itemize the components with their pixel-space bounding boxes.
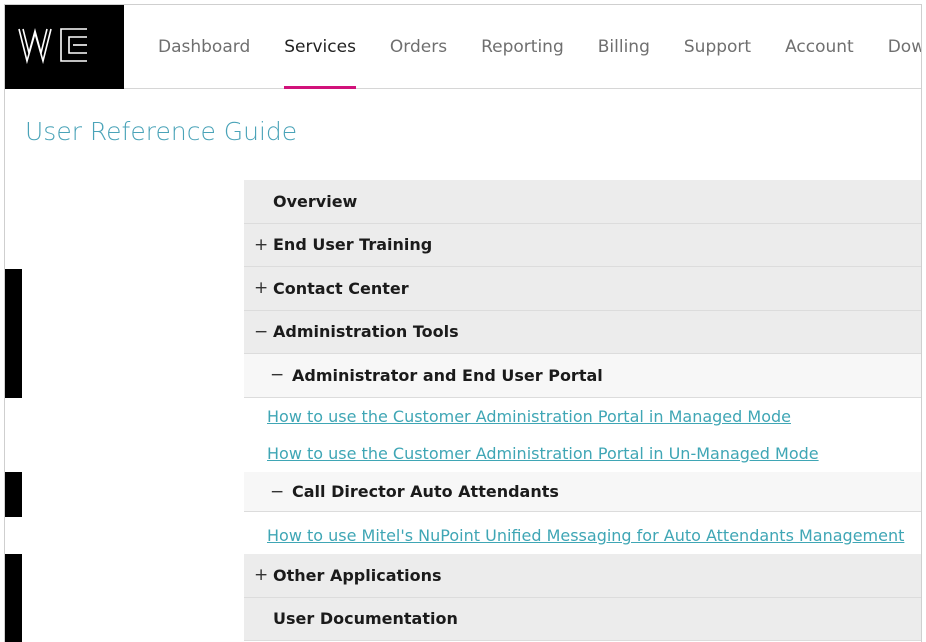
- nav-support[interactable]: Support: [684, 5, 751, 89]
- nav-billing[interactable]: Billing: [598, 5, 650, 89]
- accordion-other-applications[interactable]: + Other Applications: [244, 554, 921, 598]
- accordion-label: Administrator and End User Portal: [292, 365, 603, 385]
- minus-icon: −: [270, 481, 285, 502]
- accordion-label: Administration Tools: [273, 322, 459, 342]
- accordion-label: End User Training: [273, 235, 433, 255]
- nav-services[interactable]: Services: [284, 5, 356, 89]
- accordion-administration-tools[interactable]: − Administration Tools: [244, 310, 921, 354]
- accordion-user-documentation[interactable]: User Documentation: [244, 597, 921, 641]
- we-logo-icon: [18, 27, 87, 65]
- nav-account[interactable]: Account: [785, 5, 854, 89]
- accordion-contact-center[interactable]: + Contact Center: [244, 267, 921, 311]
- accordion-admin-end-user-portal[interactable]: − Administrator and End User Portal: [244, 354, 921, 398]
- nav-reporting[interactable]: Reporting: [481, 5, 564, 89]
- link-nupoint-messaging[interactable]: How to use Mitel's NuPoint Unified Messa…: [5, 517, 921, 554]
- guide-accordion: Overview + End User Training + Contact C…: [244, 180, 921, 398]
- brand-logo[interactable]: [5, 5, 124, 89]
- main-nav: Dashboard Services Orders Reporting Bill…: [124, 5, 921, 89]
- plus-icon: +: [254, 234, 269, 255]
- call-director-links: How to use Mitel's NuPoint Unified Messa…: [5, 517, 921, 554]
- accordion-label: Call Director Auto Attendants: [292, 482, 559, 501]
- accordion-label: Overview: [273, 191, 358, 211]
- nav-dashboard[interactable]: Dashboard: [158, 5, 250, 89]
- nav-orders[interactable]: Orders: [390, 5, 447, 89]
- accordion-label: Other Applications: [273, 565, 442, 585]
- accordion-end-user-training[interactable]: + End User Training: [244, 223, 921, 267]
- guide-accordion-bottom: + Other Applications User Documentation: [244, 554, 921, 641]
- accordion-overview[interactable]: Overview: [244, 180, 921, 224]
- top-navigation-bar: Dashboard Services Orders Reporting Bill…: [5, 5, 921, 89]
- accordion-label: User Documentation: [273, 609, 458, 629]
- browser-frame: Dashboard Services Orders Reporting Bill…: [4, 4, 922, 642]
- link-managed-mode[interactable]: How to use the Customer Administration P…: [5, 398, 921, 435]
- guide-accordion-continued: − Call Director Auto Attendants: [244, 472, 921, 512]
- nav-download[interactable]: Download: [888, 5, 921, 89]
- plus-icon: +: [254, 278, 269, 299]
- page-title: User Reference Guide: [25, 117, 298, 146]
- minus-icon: −: [270, 365, 285, 386]
- link-unmanaged-mode[interactable]: How to use the Customer Administration P…: [5, 435, 921, 472]
- minus-icon: −: [254, 321, 269, 342]
- plus-icon: +: [254, 565, 269, 586]
- accordion-label: Contact Center: [273, 278, 409, 298]
- accordion-call-director[interactable]: − Call Director Auto Attendants: [244, 472, 921, 512]
- admin-portal-links: How to use the Customer Administration P…: [5, 398, 921, 472]
